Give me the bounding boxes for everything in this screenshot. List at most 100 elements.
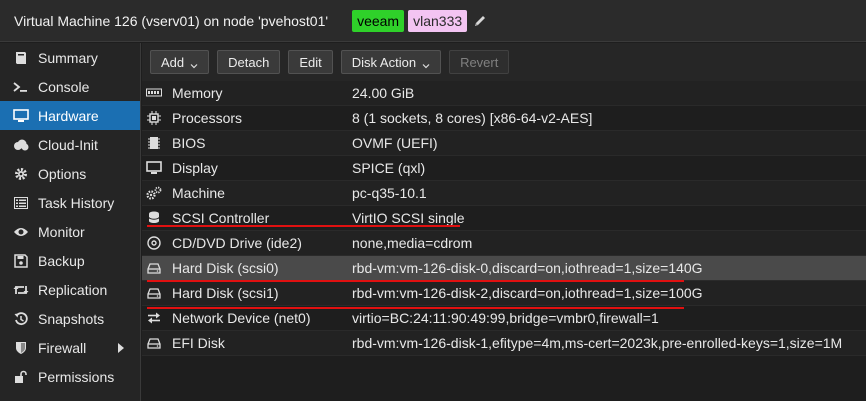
disc-icon bbox=[146, 235, 162, 251]
hardware-value: 24.00 GiB bbox=[352, 85, 415, 101]
sidebar-item-label: Permissions bbox=[38, 368, 115, 385]
cogs-icon bbox=[146, 185, 162, 201]
detach-button-label: Detach bbox=[228, 54, 270, 70]
cloud-icon bbox=[12, 137, 30, 153]
chevron-down-icon bbox=[190, 58, 198, 69]
disk-action-button[interactable]: Disk Action bbox=[340, 50, 442, 74]
hdd-icon bbox=[146, 335, 162, 351]
edit-button-label: Edit bbox=[299, 54, 322, 70]
pencil-icon[interactable] bbox=[473, 14, 487, 28]
chip-icon bbox=[146, 135, 162, 151]
tag-vlan333[interactable]: vlan333 bbox=[408, 9, 468, 32]
book-icon bbox=[12, 50, 30, 66]
hardware-name: Network Device (net0) bbox=[172, 310, 311, 326]
add-button[interactable]: Add bbox=[150, 50, 210, 74]
gear-icon bbox=[12, 166, 30, 182]
hardware-row-machine[interactable]: Machine pc-q35-10.1 bbox=[142, 181, 866, 206]
sidebar-item-label: Replication bbox=[38, 281, 108, 298]
hardware-row-processors[interactable]: Processors 8 (1 sockets, 8 cores) [x86-6… bbox=[142, 106, 866, 131]
hardware-name: EFI Disk bbox=[172, 335, 225, 351]
sidebar-item-snapshots[interactable]: Snapshots bbox=[0, 304, 140, 333]
hardware-value: rbd-vm:vm-126-disk-0,discard=on,iothread… bbox=[352, 260, 703, 276]
revert-button-label: Revert bbox=[460, 54, 499, 70]
add-button-label: Add bbox=[161, 54, 185, 70]
hardware-value: 8 (1 sockets, 8 cores) [x86-64-v2-AES] bbox=[352, 110, 593, 126]
hardware-row-scsi-controller[interactable]: SCSI Controller VirtIO SCSI single bbox=[142, 206, 866, 231]
sidebar-item-replication[interactable]: Replication bbox=[0, 275, 140, 304]
hardware-name: SCSI Controller bbox=[172, 210, 270, 226]
hardware-grid: Memory 24.00 GiB Processors 8 (1 sockets… bbox=[142, 81, 866, 356]
retweet-icon bbox=[12, 282, 30, 298]
annotation-underline-scsi1 bbox=[147, 307, 684, 309]
detach-button[interactable]: Detach bbox=[217, 50, 281, 74]
chevron-down-icon bbox=[422, 58, 430, 69]
hardware-name: Display bbox=[172, 160, 218, 176]
expand-arrow-icon[interactable] bbox=[118, 343, 124, 353]
eye-icon bbox=[12, 224, 30, 240]
sidebar-item-cloud-init[interactable]: Cloud-Init bbox=[0, 130, 140, 159]
terminal-icon bbox=[12, 79, 30, 95]
hardware-row-display[interactable]: Display SPICE (qxl) bbox=[142, 156, 866, 181]
hardware-name: Memory bbox=[172, 85, 223, 101]
sidebar-item-hardware[interactable]: Hardware bbox=[0, 101, 140, 130]
sidebar-item-label: Summary bbox=[38, 49, 98, 66]
sidebar-item-options[interactable]: Options bbox=[0, 159, 140, 188]
hardware-row-hard-disk-scsi1[interactable]: Hard Disk (scsi1) rbd-vm:vm-126-disk-2,d… bbox=[142, 281, 866, 306]
sidebar-item-summary[interactable]: Summary bbox=[0, 43, 140, 72]
memory-icon bbox=[146, 85, 162, 101]
list-icon bbox=[12, 195, 30, 211]
hardware-value: VirtIO SCSI single bbox=[352, 210, 465, 226]
unlock-icon bbox=[12, 369, 30, 385]
hardware-row-hard-disk-scsi0[interactable]: Hard Disk (scsi0) rbd-vm:vm-126-disk-0,d… bbox=[142, 256, 866, 281]
sidebar-nav: Summary Console Hardware Cloud-Init Opti… bbox=[0, 43, 141, 401]
cpu-icon bbox=[146, 110, 162, 126]
hdd-icon bbox=[146, 285, 162, 301]
hardware-row-network-device[interactable]: Network Device (net0) virtio=BC:24:11:90… bbox=[142, 306, 866, 331]
hardware-row-bios[interactable]: BIOS OVMF (UEFI) bbox=[142, 131, 866, 156]
hardware-value: virtio=BC:24:11:90:49:99,bridge=vmbr0,fi… bbox=[352, 310, 659, 326]
sidebar-item-label: Backup bbox=[38, 252, 85, 269]
hardware-row-efi-disk[interactable]: EFI Disk rbd-vm:vm-126-disk-1,efitype=4m… bbox=[142, 331, 866, 356]
hdd-icon bbox=[146, 260, 162, 276]
edit-button[interactable]: Edit bbox=[288, 50, 333, 74]
disk-action-button-label: Disk Action bbox=[351, 54, 417, 70]
sidebar-item-label: Cloud-Init bbox=[38, 136, 98, 153]
revert-button[interactable]: Revert bbox=[449, 50, 510, 74]
sidebar-item-console[interactable]: Console bbox=[0, 72, 140, 101]
history-icon bbox=[12, 311, 30, 327]
sidebar-item-permissions[interactable]: Permissions bbox=[0, 362, 140, 391]
hardware-name: Hard Disk (scsi1) bbox=[172, 285, 279, 301]
hardware-name: Hard Disk (scsi0) bbox=[172, 260, 279, 276]
sidebar-item-label: Monitor bbox=[38, 223, 85, 240]
sidebar-item-label: Task History bbox=[38, 194, 115, 211]
sidebar-item-firewall[interactable]: Firewall bbox=[0, 333, 140, 362]
hardware-value: pc-q35-10.1 bbox=[352, 185, 427, 201]
hardware-value: none,media=cdrom bbox=[352, 235, 473, 251]
sidebar-item-label: Console bbox=[38, 78, 90, 95]
sidebar-item-monitor[interactable]: Monitor bbox=[0, 217, 140, 246]
sidebar-item-task-history[interactable]: Task History bbox=[0, 188, 140, 217]
hardware-value: rbd-vm:vm-126-disk-2,discard=on,iothread… bbox=[352, 285, 703, 301]
hardware-value: OVMF (UEFI) bbox=[352, 135, 438, 151]
exchange-icon bbox=[146, 310, 162, 326]
hardware-name: Processors bbox=[172, 110, 243, 126]
hardware-row-cdrom[interactable]: CD/DVD Drive (ide2) none,media=cdrom bbox=[142, 231, 866, 256]
annotation-underline-scsi0 bbox=[147, 280, 684, 282]
shield-icon bbox=[12, 340, 30, 356]
window-title-bar: Virtual Machine 126 (vserv01) on node 'p… bbox=[0, 0, 866, 42]
hardware-value: rbd-vm:vm-126-disk-1,efitype=4m,ms-cert=… bbox=[352, 335, 843, 351]
desktop-icon bbox=[146, 160, 162, 176]
hardware-name: Machine bbox=[172, 185, 225, 201]
hardware-name: BIOS bbox=[172, 135, 206, 151]
floppy-icon bbox=[12, 253, 30, 269]
sidebar-item-label: Snapshots bbox=[38, 310, 105, 327]
annotation-underline-scsi-controller bbox=[147, 225, 460, 227]
hardware-name: CD/DVD Drive (ide2) bbox=[172, 235, 302, 251]
database-icon bbox=[146, 210, 162, 226]
hardware-toolbar: Add Detach Edit Disk Action Revert bbox=[142, 43, 866, 81]
hardware-row-memory[interactable]: Memory 24.00 GiB bbox=[142, 81, 866, 106]
sidebar-item-label: Options bbox=[38, 165, 87, 182]
tag-veeam[interactable]: veeam bbox=[352, 9, 405, 32]
sidebar-item-backup[interactable]: Backup bbox=[0, 246, 140, 275]
monitor-icon bbox=[12, 108, 30, 124]
